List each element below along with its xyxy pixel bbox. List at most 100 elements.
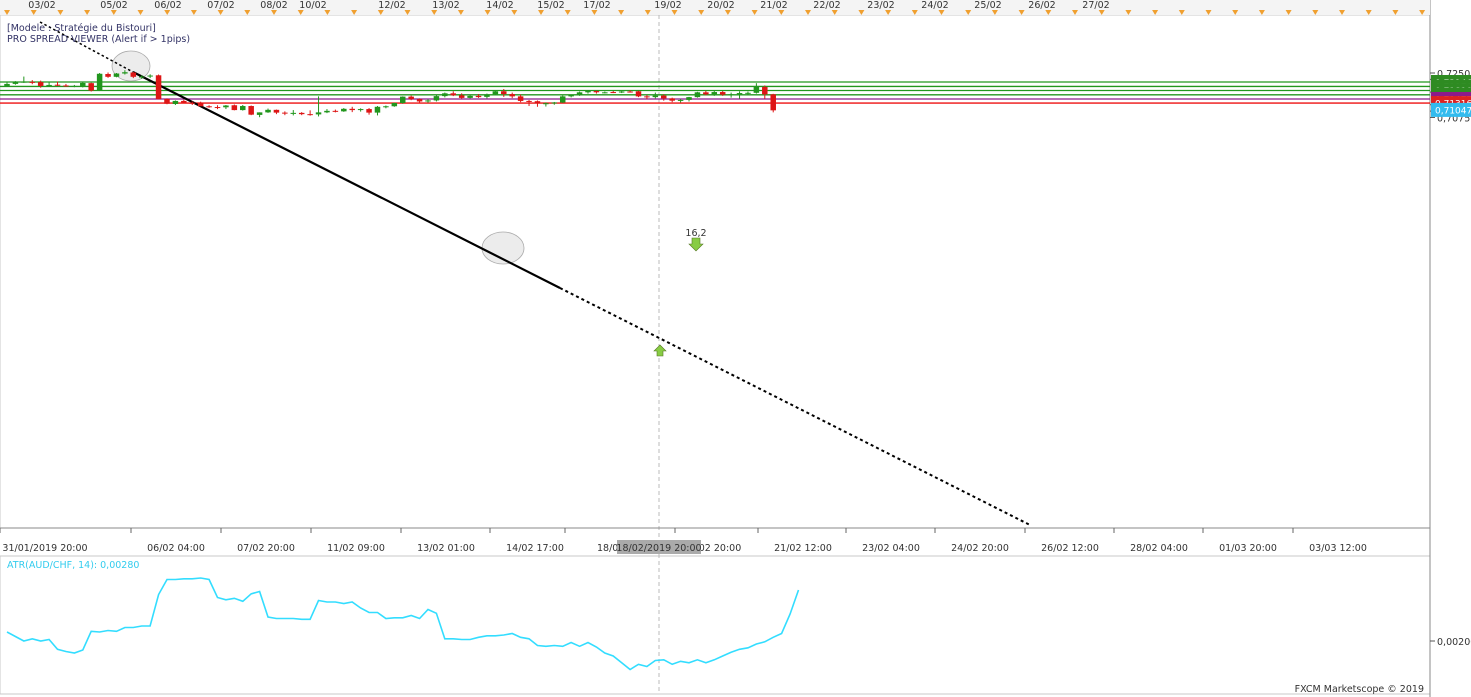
- candle-body[interactable]: [652, 95, 659, 98]
- candle-body[interactable]: [391, 102, 398, 107]
- candle-body[interactable]: [433, 96, 440, 101]
- candle-body[interactable]: [610, 92, 616, 94]
- candle-body[interactable]: [559, 96, 566, 103]
- candle-body[interactable]: [416, 99, 423, 102]
- top-date-label: 07/02: [207, 0, 234, 11]
- candle-body[interactable]: [618, 91, 625, 93]
- candle-body[interactable]: [576, 92, 583, 96]
- candle-body[interactable]: [492, 91, 499, 95]
- candle-body[interactable]: [593, 91, 600, 93]
- candle-body[interactable]: [71, 85, 78, 87]
- candle-body[interactable]: [29, 81, 36, 83]
- candle-body[interactable]: [669, 98, 675, 101]
- candle-body[interactable]: [147, 75, 153, 77]
- candle-body[interactable]: [728, 94, 734, 96]
- candle-body[interactable]: [12, 82, 19, 84]
- candle-body[interactable]: [526, 100, 532, 102]
- candle-body[interactable]: [517, 96, 524, 101]
- candle-body[interactable]: [332, 110, 339, 112]
- candle-body[interactable]: [298, 112, 305, 115]
- candle-body[interactable]: [450, 93, 457, 96]
- candle-body[interactable]: [341, 108, 347, 112]
- candle-body[interactable]: [122, 72, 128, 74]
- candle-body[interactable]: [54, 84, 61, 86]
- candle-body[interactable]: [602, 92, 608, 94]
- candle-body[interactable]: [442, 93, 448, 97]
- candle-body[interactable]: [88, 83, 94, 91]
- candle-body[interactable]: [484, 94, 490, 97]
- candle-body[interactable]: [282, 112, 288, 114]
- candle-body[interactable]: [197, 102, 204, 107]
- candle-body[interactable]: [63, 85, 69, 87]
- candle-body[interactable]: [677, 99, 684, 101]
- candle-body[interactable]: [290, 112, 297, 114]
- candle-body[interactable]: [96, 73, 103, 91]
- candle-body[interactable]: [425, 100, 431, 102]
- candle-body[interactable]: [719, 92, 726, 95]
- candle-body[interactable]: [273, 109, 280, 113]
- candle-body[interactable]: [366, 109, 372, 113]
- candle-body[interactable]: [181, 100, 187, 103]
- candle-body[interactable]: [164, 98, 170, 104]
- candle-body[interactable]: [206, 106, 212, 108]
- candle-body[interactable]: [265, 109, 271, 113]
- candle-body[interactable]: [745, 92, 751, 94]
- candle-body[interactable]: [501, 91, 507, 95]
- candle-body[interactable]: [568, 95, 574, 97]
- candle-body[interactable]: [475, 95, 482, 98]
- candle-body[interactable]: [399, 96, 406, 103]
- candle-body[interactable]: [138, 76, 145, 78]
- candle-body[interactable]: [467, 95, 473, 98]
- candle-body[interactable]: [307, 114, 313, 116]
- candle-body[interactable]: [105, 74, 111, 77]
- atr-pane[interactable]: [0, 555, 1431, 695]
- candle-body[interactable]: [4, 83, 10, 86]
- indicator-title-1: [Modele : Stratégie du Bistouri]: [7, 23, 156, 34]
- candle-body[interactable]: [37, 82, 44, 86]
- candle-body[interactable]: [240, 106, 246, 111]
- candle-body[interactable]: [551, 102, 558, 104]
- trading-chart[interactable]: 03/02 05/02 06/02 07/02 08/02 10/02 12/02 13/02…: [0, 0, 1471, 697]
- candle-body[interactable]: [80, 82, 86, 86]
- price-axis[interactable]: 0,72500,72250,71750,71250,71000,70750,72…: [1430, 69, 1471, 124]
- candle-body[interactable]: [172, 100, 179, 104]
- candle-body[interactable]: [585, 91, 591, 93]
- candle-body[interactable]: [534, 101, 541, 104]
- candle-body[interactable]: [661, 95, 667, 99]
- candle-body[interactable]: [214, 107, 221, 109]
- candle-body[interactable]: [627, 91, 633, 93]
- candle-body[interactable]: [357, 109, 364, 111]
- price-pane[interactable]: [0, 14, 1431, 529]
- candle-body[interactable]: [130, 72, 137, 77]
- candle-body[interactable]: [324, 110, 330, 113]
- candle-body[interactable]: [644, 96, 650, 98]
- candle-body[interactable]: [703, 92, 709, 95]
- candle-body[interactable]: [408, 96, 414, 100]
- candle-body[interactable]: [315, 112, 322, 115]
- candle-body[interactable]: [509, 94, 515, 97]
- candle-body[interactable]: [189, 102, 195, 104]
- candle-body[interactable]: [753, 86, 760, 93]
- candle-body[interactable]: [543, 103, 549, 105]
- candle-body[interactable]: [635, 91, 642, 97]
- candle-body[interactable]: [155, 75, 162, 100]
- candle-body[interactable]: [223, 105, 229, 108]
- candle-body[interactable]: [248, 106, 254, 115]
- candle-body[interactable]: [349, 108, 355, 111]
- top-date-label: 12/02: [378, 0, 405, 11]
- candle-body[interactable]: [113, 73, 120, 77]
- candle-body[interactable]: [736, 93, 743, 95]
- candle-body[interactable]: [711, 92, 718, 95]
- candle-body[interactable]: [231, 105, 238, 111]
- candle-body[interactable]: [762, 86, 768, 95]
- top-date-label: 08/02: [260, 0, 287, 11]
- candle-body[interactable]: [383, 106, 389, 108]
- candle-body[interactable]: [374, 106, 381, 113]
- candle-body[interactable]: [46, 84, 52, 86]
- candle-body[interactable]: [686, 97, 692, 100]
- candle-body[interactable]: [694, 92, 701, 98]
- candle-body[interactable]: [458, 95, 465, 98]
- candle-body[interactable]: [21, 81, 27, 83]
- candle-body[interactable]: [770, 94, 776, 111]
- candle-body[interactable]: [256, 112, 263, 115]
